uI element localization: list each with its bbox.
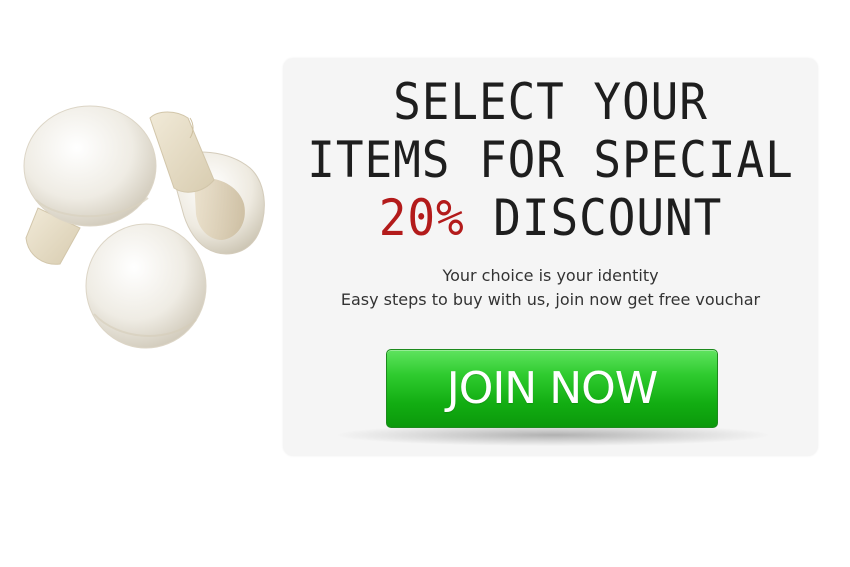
discount-percentage: 20% bbox=[378, 189, 465, 247]
tagline: Your choice is your identity bbox=[442, 266, 659, 285]
mushroom-icon bbox=[23, 105, 265, 349]
headline-line-1: SELECT YOUR bbox=[393, 73, 708, 131]
promo-card: SELECT YOUR ITEMS FOR SPECIAL 20% DISCOU… bbox=[283, 58, 818, 456]
promo-headline: SELECT YOUR ITEMS FOR SPECIAL 20% DISCOU… bbox=[304, 73, 796, 247]
headline-line-3: 20% DISCOUNT bbox=[304, 189, 796, 247]
mushroom-bottom bbox=[85, 223, 207, 349]
promo-subtext: Your choice is your identity Easy steps … bbox=[283, 264, 818, 312]
discount-label: DISCOUNT bbox=[464, 189, 723, 247]
voucher-info: Easy steps to buy with us, join now get … bbox=[340, 290, 761, 309]
join-now-button[interactable]: JOIN NOW bbox=[386, 349, 718, 428]
headline-line-2: ITEMS FOR SPECIAL bbox=[307, 131, 794, 189]
